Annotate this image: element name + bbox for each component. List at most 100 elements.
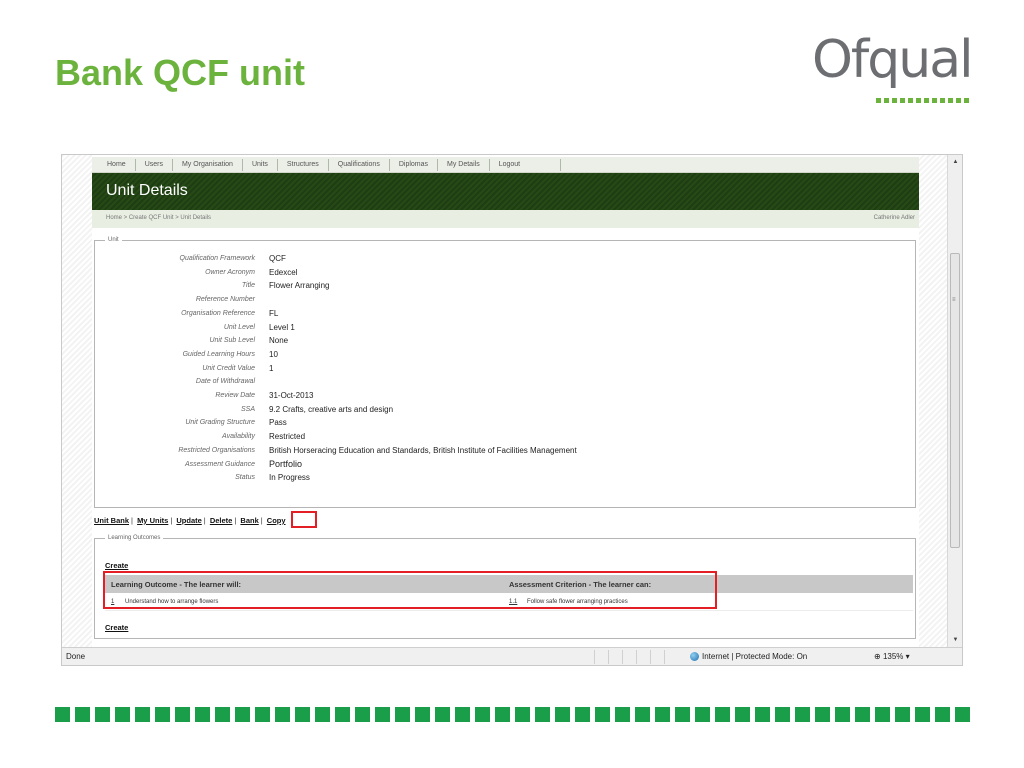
footer-square [195, 707, 210, 722]
create-outcome-link-bottom[interactable]: Create [105, 623, 128, 632]
zoom-value: 135% [882, 652, 904, 661]
footer-square [775, 707, 790, 722]
footer-square [675, 707, 690, 722]
nav-item-users[interactable]: Users [136, 158, 173, 171]
breadcrumb-bar: Home > Create QCF Unit > Unit Details Ca… [92, 210, 919, 228]
footer-square [455, 707, 470, 722]
field-row: Assessment Guidance Portfolio [95, 459, 715, 472]
field-row: SSA 9.2 Crafts, creative arts and design [95, 404, 715, 417]
footer-square [535, 707, 550, 722]
field-label: Date of Withdrawal [195, 378, 255, 386]
field-value: Edexcel [269, 267, 298, 277]
page-header: Unit Details [92, 173, 919, 210]
security-zone-text: Internet | Protected Mode: On [702, 652, 808, 661]
field-row: Unit Sub Level None [95, 335, 715, 348]
page-content: Home Users My Organisation Units Structu… [92, 155, 919, 647]
field-label: Unit Credit Value [202, 364, 255, 372]
footer-square [155, 707, 170, 722]
field-label: Guided Learning Hours [182, 350, 255, 358]
footer-square [395, 707, 410, 722]
field-row: Restricted Organisations British Horserac… [95, 445, 715, 458]
current-user: Catherine Adler [873, 215, 915, 221]
nav-item-qualifications[interactable]: Qualifications [329, 158, 390, 171]
field-label: Reference Number [195, 296, 255, 304]
security-zone[interactable]: Internet | Protected Mode: On [690, 652, 807, 661]
field-row: Reference Number [95, 294, 715, 307]
scroll-down-arrow-icon[interactable]: ▼ [948, 633, 962, 647]
field-label: Restricted Organisations [178, 446, 255, 454]
field-label: Unit Sub Level [209, 337, 255, 345]
footer-square [935, 707, 950, 722]
footer-square [115, 707, 130, 722]
nav-item-my-organisation[interactable]: My Organisation [173, 158, 243, 171]
footer-square [635, 707, 650, 722]
slide-title: Bank QCF unit [55, 52, 305, 93]
my-units-link[interactable]: My Units [137, 516, 168, 525]
footer-square [615, 707, 630, 722]
footer-square [955, 707, 970, 722]
footer-band [55, 707, 970, 722]
top-nav: Home Users My Organisation Units Structu… [92, 157, 919, 173]
unit-legend: Unit [108, 237, 119, 243]
field-label: SSA [240, 405, 255, 413]
field-value: Pass [269, 418, 287, 428]
footer-square [215, 707, 230, 722]
footer-square [595, 707, 610, 722]
nav-item-structures[interactable]: Structures [278, 158, 329, 171]
unit-bank-link[interactable]: Unit Bank [94, 516, 129, 525]
footer-square [75, 707, 90, 722]
field-row: Organisation Reference FL [95, 308, 715, 321]
vertical-scrollbar[interactable]: ▲ ≡ ▼ [947, 155, 962, 647]
field-label: Review Date [215, 392, 255, 399]
field-value: FL [269, 308, 279, 318]
field-row: Date of Withdrawal [95, 376, 715, 389]
bank-link[interactable]: Bank [240, 516, 258, 525]
scroll-up-arrow-icon[interactable]: ▲ [948, 155, 962, 169]
footer-square [835, 707, 850, 722]
breadcrumb[interactable]: Home > Create QCF Unit > Unit Details [106, 215, 211, 221]
footer-square [135, 707, 150, 722]
field-label: Qualification Framework [179, 255, 255, 262]
browser-screenshot: ▲ ≡ ▼ Home Users My Organisation Units S… [61, 154, 963, 666]
update-link[interactable]: Update [176, 516, 201, 525]
copy-link[interactable]: Copy [267, 516, 286, 525]
unit-fieldset: Unit Qualification Framework QCF Owner Acr… [94, 237, 916, 508]
nav-item-my-details[interactable]: My Details [438, 158, 490, 171]
footer-square [495, 707, 510, 722]
footer-square [895, 707, 910, 722]
field-value: 9.2 Crafts, creative arts and design [269, 404, 394, 414]
zoom-level[interactable]: ⊕ 135% ▾ [874, 652, 910, 661]
footer-square [475, 707, 490, 722]
browser-status-bar: Done Internet | Protected Mode: On ⊕ 135… [62, 647, 962, 665]
unit-actions: Unit Bank | My Units | Update | Delete | Ban… [94, 516, 286, 525]
field-value: 10 [269, 349, 278, 359]
footer-square [435, 707, 450, 722]
nav-item-logout[interactable]: Logout [490, 158, 562, 171]
footer-square [555, 707, 570, 722]
nav-item-home[interactable]: Home [98, 158, 136, 171]
field-label: Organisation Reference [181, 309, 255, 317]
page-background-right [917, 155, 947, 647]
footer-square [755, 707, 770, 722]
page-background-left [62, 155, 92, 647]
footer-square [875, 707, 890, 722]
field-value: British Horseracing Education and Standa… [269, 445, 577, 455]
footer-square [275, 707, 290, 722]
field-row: Unit Credit Value 1 [95, 363, 715, 376]
nav-item-diplomas[interactable]: Diplomas [390, 158, 439, 171]
field-row: Review Date 31-Oct-2013 [95, 390, 715, 403]
footer-square [235, 707, 250, 722]
delete-link[interactable]: Delete [210, 516, 233, 525]
field-label: Status [235, 474, 255, 482]
footer-square [915, 707, 930, 722]
field-value: 1 [269, 363, 274, 373]
nav-item-units[interactable]: Units [243, 158, 278, 171]
field-label: Unit Level [223, 323, 255, 331]
create-outcome-link-top[interactable]: Create [105, 561, 128, 570]
field-row: Status In Progress [95, 472, 715, 485]
field-value: None [269, 336, 289, 346]
footer-square [315, 707, 330, 722]
field-value: 31-Oct-2013 [269, 391, 314, 400]
field-row: Unit Grading Structure Pass [95, 417, 715, 430]
field-label: Title [241, 282, 255, 290]
